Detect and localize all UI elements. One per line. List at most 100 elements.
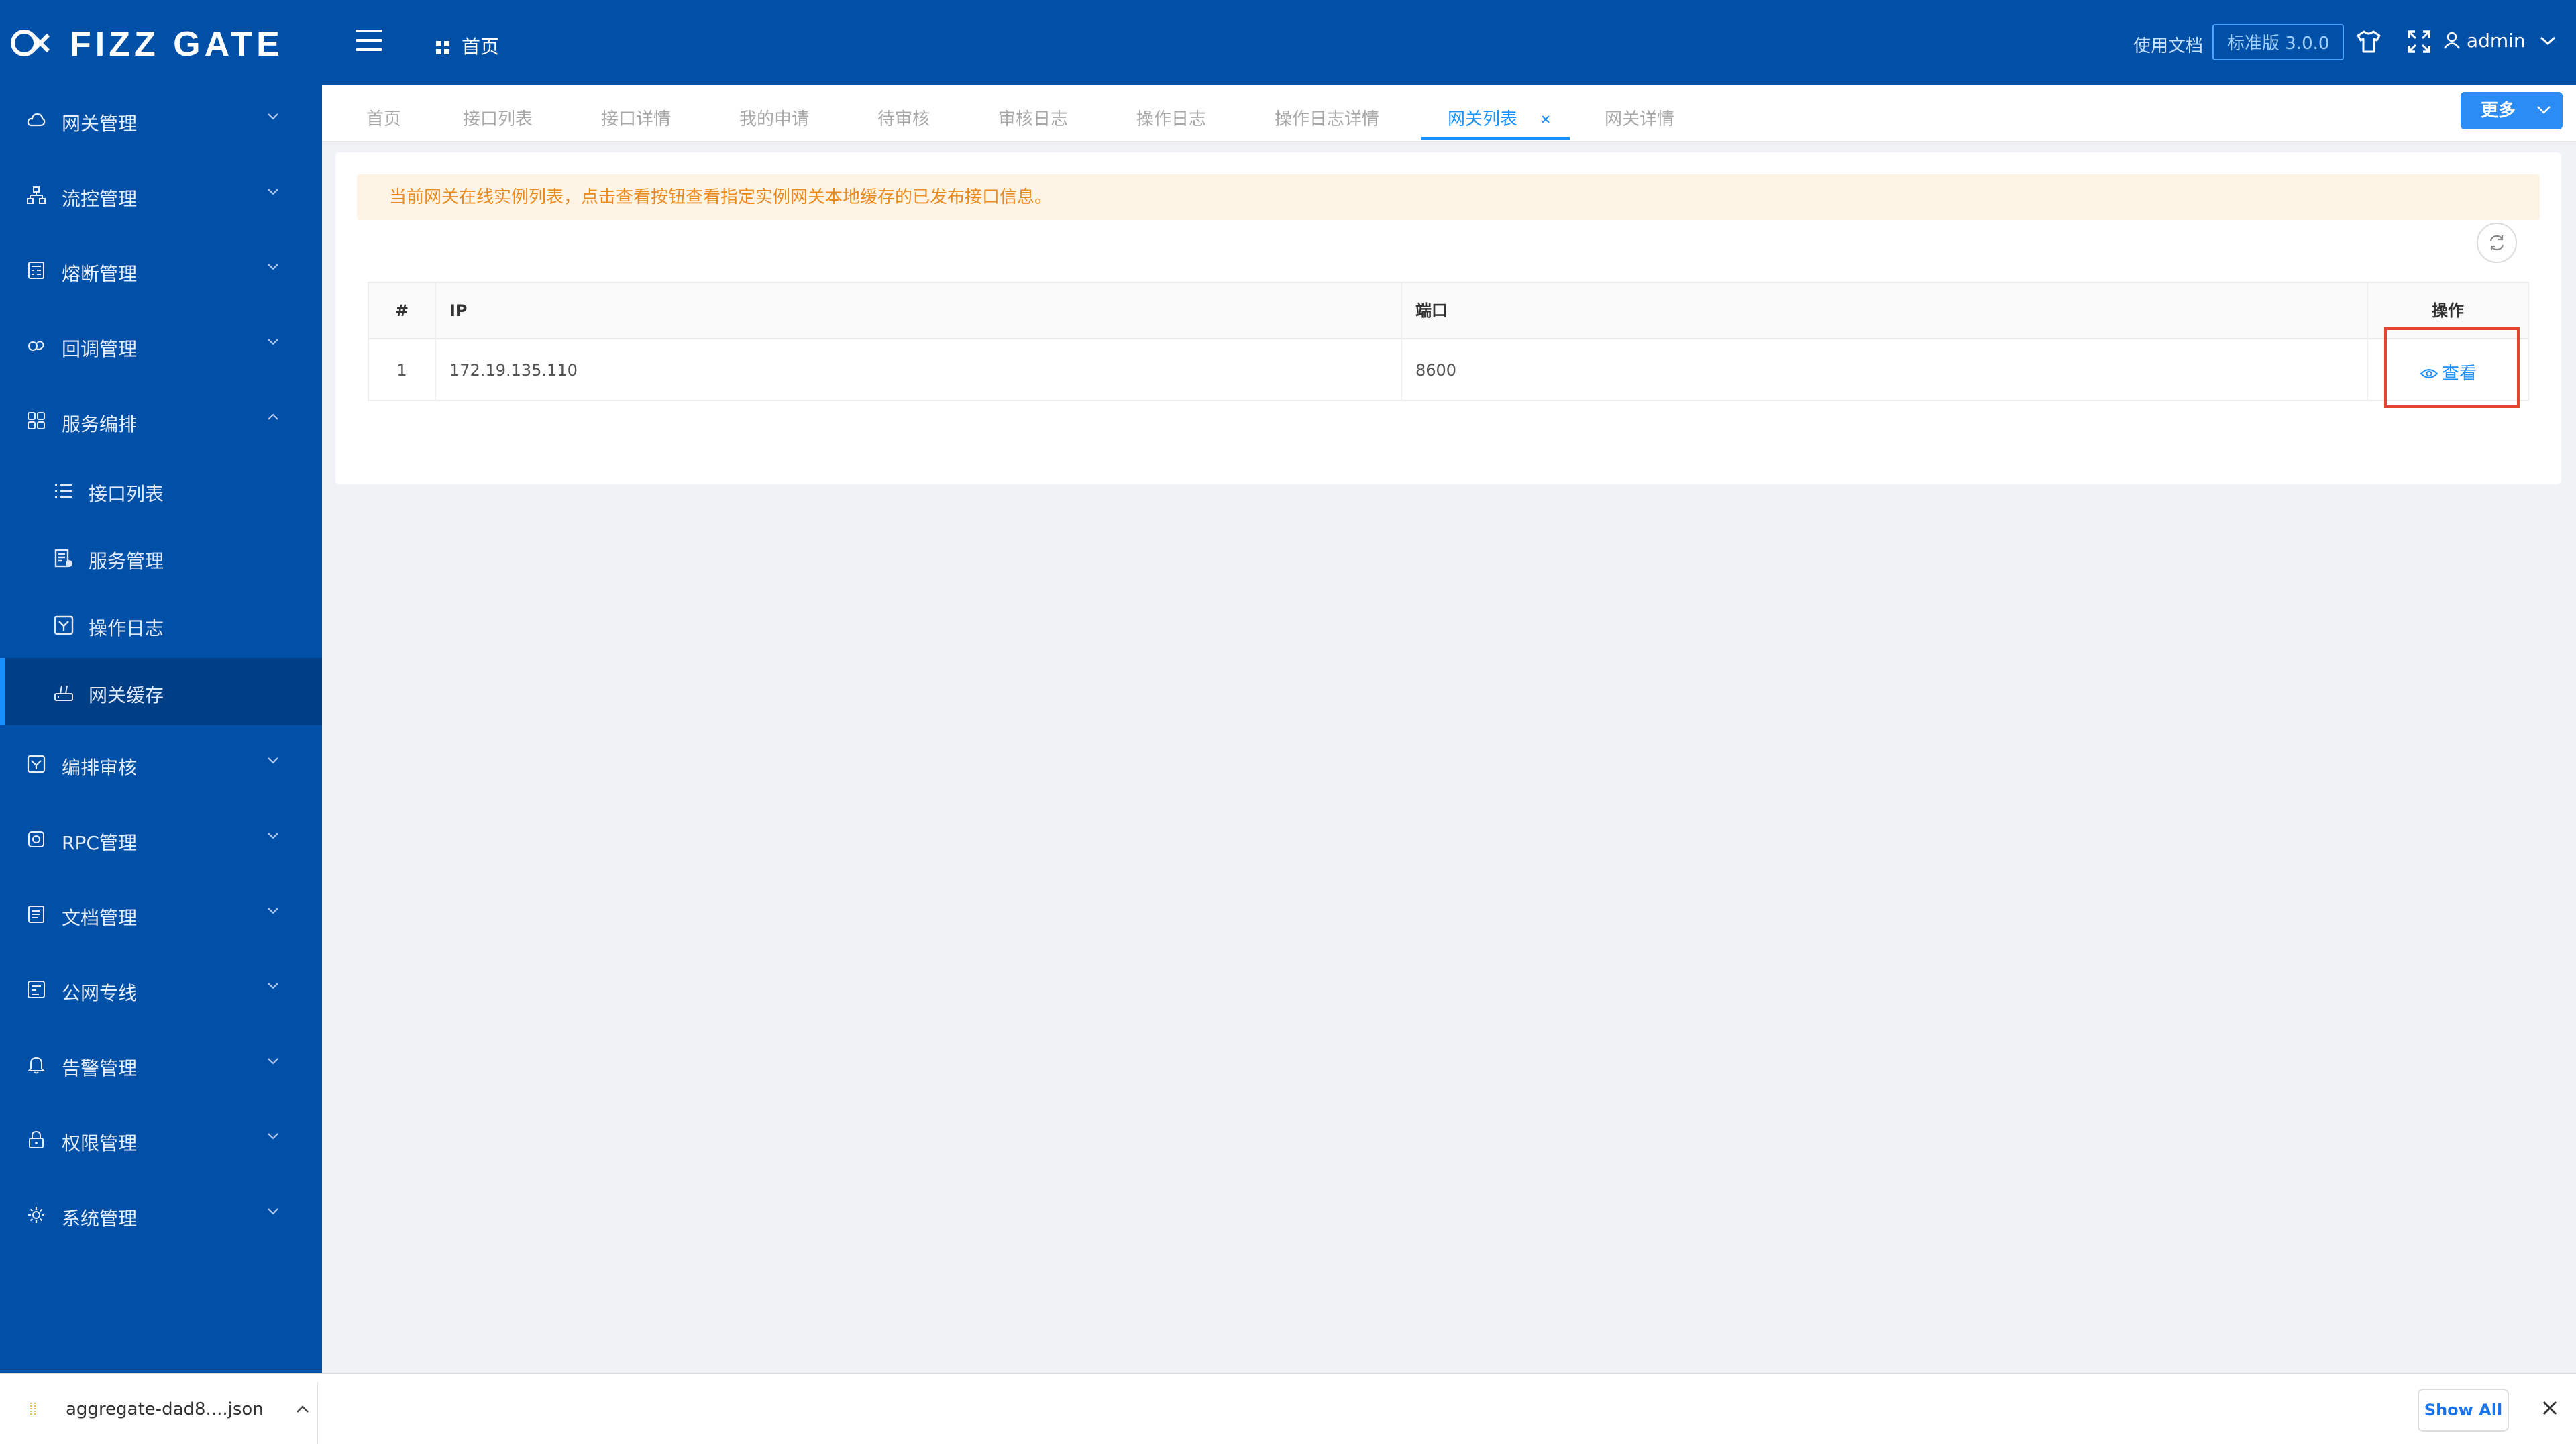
cell-port: 8600 bbox=[1415, 361, 1457, 380]
bell-icon bbox=[27, 1057, 46, 1074]
menu-toggle-icon[interactable] bbox=[356, 30, 382, 54]
sidebar-item-label: 告警管理 bbox=[62, 1057, 138, 1079]
show-all-button[interactable]: Show All bbox=[2418, 1389, 2509, 1432]
sidebar: 网关管理 流控管理 熔断管理 回调管理 服务编排 接口列表 服务管理 操作日志 … bbox=[0, 85, 322, 1373]
tab-home[interactable]: 首页 bbox=[366, 105, 401, 130]
sidebar-subitem-label: 操作日志 bbox=[89, 617, 164, 639]
lock-icon bbox=[29, 1130, 44, 1148]
column-divider bbox=[1401, 283, 1402, 401]
sidebar-item-gateway[interactable]: 网关管理 bbox=[0, 85, 322, 152]
sidebar-subitem-api-list[interactable]: 接口列表 bbox=[0, 457, 322, 524]
user-name: admin bbox=[2466, 30, 2526, 52]
tab-my-requests[interactable]: 我的申请 bbox=[739, 105, 809, 130]
col-header-index: # bbox=[394, 301, 409, 320]
sidebar-item-alerts[interactable]: 告警管理 bbox=[0, 1030, 322, 1097]
sidebar-item-label: 熔断管理 bbox=[62, 263, 138, 285]
tab-gateway-list[interactable]: 网关列表 bbox=[1448, 105, 1551, 130]
sidebar-subitem-label: 接口列表 bbox=[89, 483, 164, 505]
chevron-down-icon bbox=[268, 1058, 278, 1065]
sidebar-item-system[interactable]: 系统管理 bbox=[0, 1180, 322, 1247]
sidebar-item-rpc[interactable]: RPC管理 bbox=[0, 804, 322, 871]
tab-review-log[interactable]: 审核日志 bbox=[998, 105, 1068, 130]
logo-text: FIZZ GATE bbox=[70, 25, 284, 64]
gear-icon bbox=[28, 1207, 44, 1223]
sidebar-item-label: 网关管理 bbox=[62, 113, 138, 135]
download-bar bbox=[0, 1373, 2576, 1449]
log-icon bbox=[54, 615, 74, 635]
chevron-down-icon bbox=[268, 264, 278, 270]
chevron-down-icon bbox=[268, 1133, 278, 1140]
rpc-icon bbox=[28, 831, 44, 847]
chevron-down-icon bbox=[2537, 106, 2551, 114]
sidebar-subitem-service-management[interactable]: 服务管理 bbox=[0, 524, 322, 591]
sidebar-subitem-operation-log[interactable]: 操作日志 bbox=[0, 591, 322, 658]
home-nav-label: 首页 bbox=[462, 36, 500, 58]
table-header-row: # IP 端口 操作 bbox=[369, 283, 2528, 339]
link-icon bbox=[28, 341, 44, 351]
gateway-instance-table: # IP 端口 操作 1 172.19.135.110 8600 bbox=[368, 282, 2529, 401]
sidebar-item-flow-control[interactable]: 流控管理 bbox=[0, 160, 322, 227]
sidebar-item-label: RPC管理 bbox=[62, 832, 137, 854]
column-divider bbox=[2367, 283, 2368, 401]
sidebar-item-label: 流控管理 bbox=[62, 188, 138, 210]
tab-api-detail[interactable]: 接口详情 bbox=[601, 105, 671, 130]
more-button[interactable]: 更多 bbox=[2461, 92, 2563, 129]
tabs-bar: 首页 接口列表 接口详情 我的申请 待审核 审核日志 操作日志 操作日志详情 网… bbox=[322, 85, 2576, 142]
sidebar-item-permissions[interactable]: 权限管理 bbox=[0, 1105, 322, 1172]
version-badge: 标准版 3.0.0 bbox=[2212, 24, 2345, 60]
sidebar-item-circuit-breaker[interactable]: 熔断管理 bbox=[0, 235, 322, 303]
info-alert: 当前网关在线实例列表，点击查看按钮查看指定实例网关本地缓存的已发布接口信息。 bbox=[357, 174, 2540, 220]
sidebar-item-label: 公网专线 bbox=[62, 982, 138, 1004]
close-icon[interactable] bbox=[2540, 1398, 2560, 1418]
file-icon bbox=[30, 1403, 36, 1415]
view-button[interactable]: 查看 bbox=[2420, 360, 2477, 384]
sidebar-item-label: 服务编排 bbox=[62, 413, 138, 435]
tab-api-list[interactable]: 接口列表 bbox=[463, 105, 533, 130]
tab-gateway-detail[interactable]: 网关详情 bbox=[1605, 105, 1674, 130]
chevron-up-icon bbox=[268, 413, 278, 420]
tab-pending-review[interactable]: 待审核 bbox=[877, 105, 930, 130]
tab-operation-log[interactable]: 操作日志 bbox=[1136, 105, 1206, 130]
chevron-down-icon bbox=[268, 833, 278, 839]
logo[interactable]: FIZZ GATE bbox=[0, 0, 322, 85]
cloud-icon bbox=[27, 113, 46, 127]
home-nav[interactable]: 首页 bbox=[436, 32, 499, 59]
sidebar-subitem-label: 服务管理 bbox=[89, 550, 164, 572]
chevron-down-icon bbox=[268, 983, 278, 989]
tab-gateway-list-label: 网关列表 bbox=[1448, 109, 1518, 129]
sidebar-item-label: 编排审核 bbox=[62, 757, 138, 779]
sidebar-item-public-network[interactable]: 公网专线 bbox=[0, 955, 322, 1022]
eye-icon bbox=[2420, 369, 2438, 378]
refresh-icon bbox=[2489, 235, 2504, 251]
active-tab-indicator bbox=[1421, 137, 1570, 140]
tab-operation-log-detail[interactable]: 操作日志详情 bbox=[1275, 105, 1379, 130]
refresh-button[interactable] bbox=[2477, 223, 2517, 263]
sitemap-icon bbox=[27, 186, 46, 204]
chevron-down-icon bbox=[2540, 36, 2555, 46]
chevron-down-icon bbox=[268, 339, 278, 345]
list-icon bbox=[55, 484, 72, 498]
chevron-down-icon bbox=[268, 757, 278, 764]
column-divider bbox=[435, 283, 436, 401]
sidebar-subitem-gateway-cache[interactable]: 网关缓存 bbox=[0, 658, 322, 725]
apps-icon bbox=[28, 412, 45, 429]
tshirt-icon[interactable] bbox=[2356, 30, 2381, 54]
download-item[interactable]: aggregate-dad8....json bbox=[27, 1399, 309, 1419]
docs-link[interactable]: 使用文档 bbox=[2133, 32, 2203, 57]
sidebar-item-callback[interactable]: 回调管理 bbox=[0, 311, 322, 378]
sidebar-item-documents[interactable]: 文档管理 bbox=[0, 879, 322, 947]
sidebar-item-orchestration-audit[interactable]: 编排审核 bbox=[0, 729, 322, 796]
router-icon bbox=[54, 685, 73, 701]
sidebar-item-label: 文档管理 bbox=[62, 907, 138, 929]
user-menu[interactable]: admin bbox=[2443, 30, 2556, 52]
audit-icon bbox=[27, 755, 46, 773]
download-bar-divider bbox=[317, 1382, 318, 1444]
fullscreen-icon[interactable] bbox=[2407, 30, 2431, 54]
sidebar-item-service-orchestration[interactable]: 服务编排 bbox=[0, 386, 322, 453]
chevron-down-icon bbox=[268, 113, 278, 120]
close-icon[interactable] bbox=[1540, 114, 1551, 125]
chevron-up-icon[interactable] bbox=[296, 1404, 309, 1413]
server-icon bbox=[54, 549, 72, 568]
sidebar-subitem-label: 网关缓存 bbox=[89, 684, 164, 706]
sidebar-item-label: 系统管理 bbox=[62, 1208, 138, 1230]
